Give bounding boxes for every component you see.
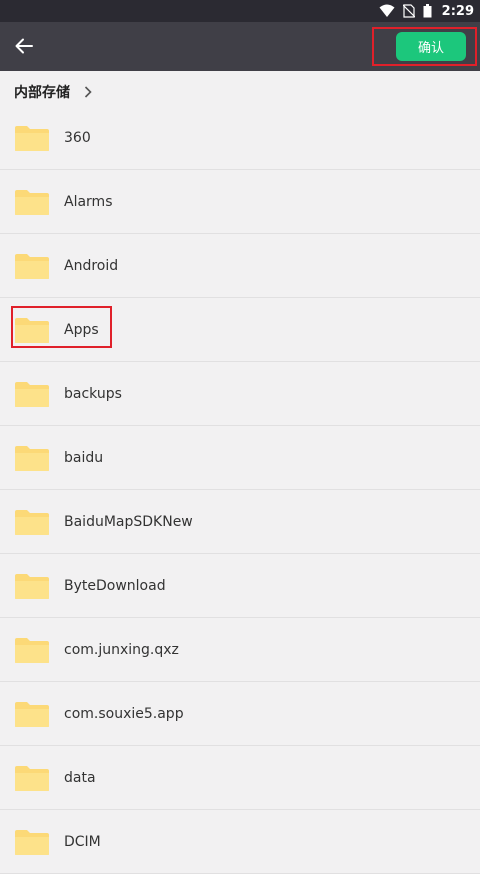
folder-icon [15,126,49,151]
folder-name: Alarms [64,194,113,210]
folder-icon [15,254,49,279]
status-icons: 2:29 [379,0,474,22]
folder-icon [15,510,49,535]
folder-row[interactable]: DCIM [0,810,480,874]
no-sim-icon [402,4,415,18]
battery-icon [423,4,432,18]
folder-row[interactable]: baidu [0,426,480,490]
status-time: 2:29 [441,3,474,19]
folder-row[interactable]: com.junxing.qxz [0,618,480,682]
folder-name: data [64,770,96,786]
folder-row[interactable]: 360 [0,106,480,170]
back-button[interactable] [8,30,40,62]
back-arrow-icon [15,38,33,54]
folder-icon [15,190,49,215]
wifi-icon [379,4,395,17]
folder-icon [15,830,49,855]
folder-icon [15,766,49,791]
confirm-button[interactable]: 确认 [396,32,466,61]
folder-row[interactable]: Android [0,234,480,298]
folder-icon [15,318,49,343]
folder-name: Apps [64,322,99,338]
folder-name: Android [64,258,119,274]
breadcrumb-internal-storage[interactable]: 内部存储 [14,82,70,102]
folder-name: DCIM [64,834,101,850]
status-bar: 2:29 [0,0,480,22]
folder-row[interactable]: data [0,746,480,810]
folder-name: BaiduMapSDKNew [64,514,193,530]
folder-icon [15,382,49,407]
folder-icon [15,638,49,663]
folder-name: 360 [64,130,91,146]
folder-row[interactable]: com.souxie5.app [0,682,480,746]
folder-icon [15,574,49,599]
folder-name: com.souxie5.app [64,706,184,722]
folder-list: 360 Alarms Android Apps backups baidu BaiduMap… [0,106,480,874]
chevron-right-icon [84,86,92,98]
folder-row[interactable]: ByteDownload [0,554,480,618]
folder-name: com.junxing.qxz [64,642,179,658]
folder-name: baidu [64,450,104,466]
folder-name: ByteDownload [64,578,166,594]
folder-row[interactable]: Alarms [0,170,480,234]
folder-icon [15,702,49,727]
folder-row[interactable]: Apps [0,298,480,362]
folder-icon [15,446,49,471]
folder-row[interactable]: backups [0,362,480,426]
folder-name: backups [64,386,122,402]
folder-row[interactable]: BaiduMapSDKNew [0,490,480,554]
